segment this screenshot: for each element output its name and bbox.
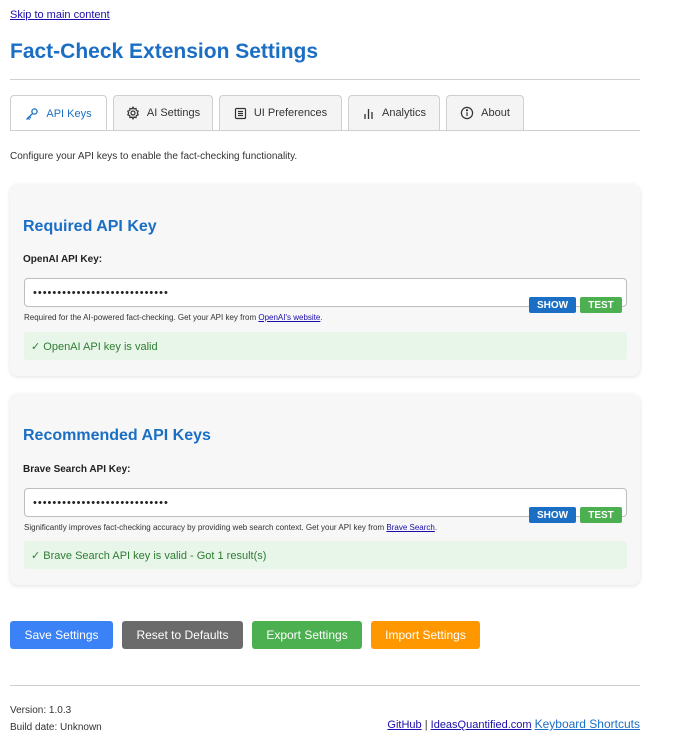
info-icon [460,106,474,120]
brave-test-button[interactable]: TEST [580,507,622,523]
build-date-text: Build date: Unknown [10,722,102,733]
section-heading: Required API Key [23,218,157,235]
version-text: Version: 1.0.3 [10,705,72,716]
brave-key-label: Brave Search API Key: [23,464,131,475]
openai-show-button[interactable]: SHOW [529,297,576,313]
page-title: Fact-Check Extension Settings [10,40,319,63]
tab-label: API Keys [46,107,92,120]
save-settings-button[interactable]: Save Settings [10,621,113,649]
import-settings-button[interactable]: Import Settings [371,621,480,649]
brave-show-button[interactable]: SHOW [529,507,576,523]
action-buttons: Save Settings Reset to Defaults Export S… [10,621,480,649]
brave-status-message: ✓ Brave Search API key is valid - Got 1 … [24,541,627,569]
github-link[interactable]: GitHub [387,719,421,731]
brave-search-link[interactable]: Brave Search [386,523,434,532]
required-api-key-section: Required API Key OpenAI API Key: SHOW TE… [10,184,640,376]
settings-page: Skip to main content Fact-Check Extensio… [0,0,694,742]
export-settings-button[interactable]: Export Settings [252,621,362,649]
recommended-api-keys-section: Recommended API Keys Brave Search API Ke… [10,394,640,585]
tab-api-keys[interactable]: API Keys [10,95,107,131]
tab-label: About [481,107,510,119]
section-heading: Recommended API Keys [23,427,211,444]
tab-divider [10,130,640,131]
layout-icon [234,107,247,120]
keyboard-shortcuts-link[interactable]: Keyboard Shortcuts [535,717,640,731]
tab-bar: API Keys AI Settings UI Preferences Anal… [10,95,524,131]
tab-ui-preferences[interactable]: UI Preferences [219,95,342,130]
openai-test-button[interactable]: TEST [580,297,622,313]
footer-links: GitHub | IdeasQuantified.com Keyboard Sh… [387,717,640,731]
bar-chart-icon [362,107,375,120]
help-prefix: Significantly improves fact-checking acc… [24,523,387,532]
ideas-quantified-link[interactable]: IdeasQuantified.com [431,719,532,731]
skip-to-main-link[interactable]: Skip to main content [10,9,110,21]
tab-ai-settings[interactable]: AI Settings [113,95,213,130]
brave-help-text: Significantly improves fact-checking acc… [24,523,437,532]
tab-analytics[interactable]: Analytics [348,95,440,130]
openai-website-link[interactable]: OpenAI's website [258,313,320,322]
tab-label: Analytics [381,107,427,119]
title-divider [10,79,640,80]
help-suffix: . [320,313,323,322]
openai-key-label: OpenAI API Key: [23,254,103,265]
openai-help-text: Required for the AI-powered fact-checkin… [24,313,323,322]
key-icon [25,107,39,121]
tab-label: AI Settings [146,107,201,119]
tab-label: UI Preferences [253,107,328,119]
version-info: Version: 1.0.3 Build date: Unknown [10,702,102,736]
reset-defaults-button[interactable]: Reset to Defaults [122,621,243,649]
tab-about[interactable]: About [446,95,524,130]
help-suffix: . [434,523,438,532]
intro-text: Configure your API keys to enable the fa… [10,151,298,162]
link-separator: | [424,719,428,731]
footer-divider [10,685,640,686]
openai-status-message: ✓ OpenAI API key is valid [24,332,627,360]
help-prefix: Required for the AI-powered fact-checkin… [24,313,259,322]
gear-icon [126,106,140,120]
